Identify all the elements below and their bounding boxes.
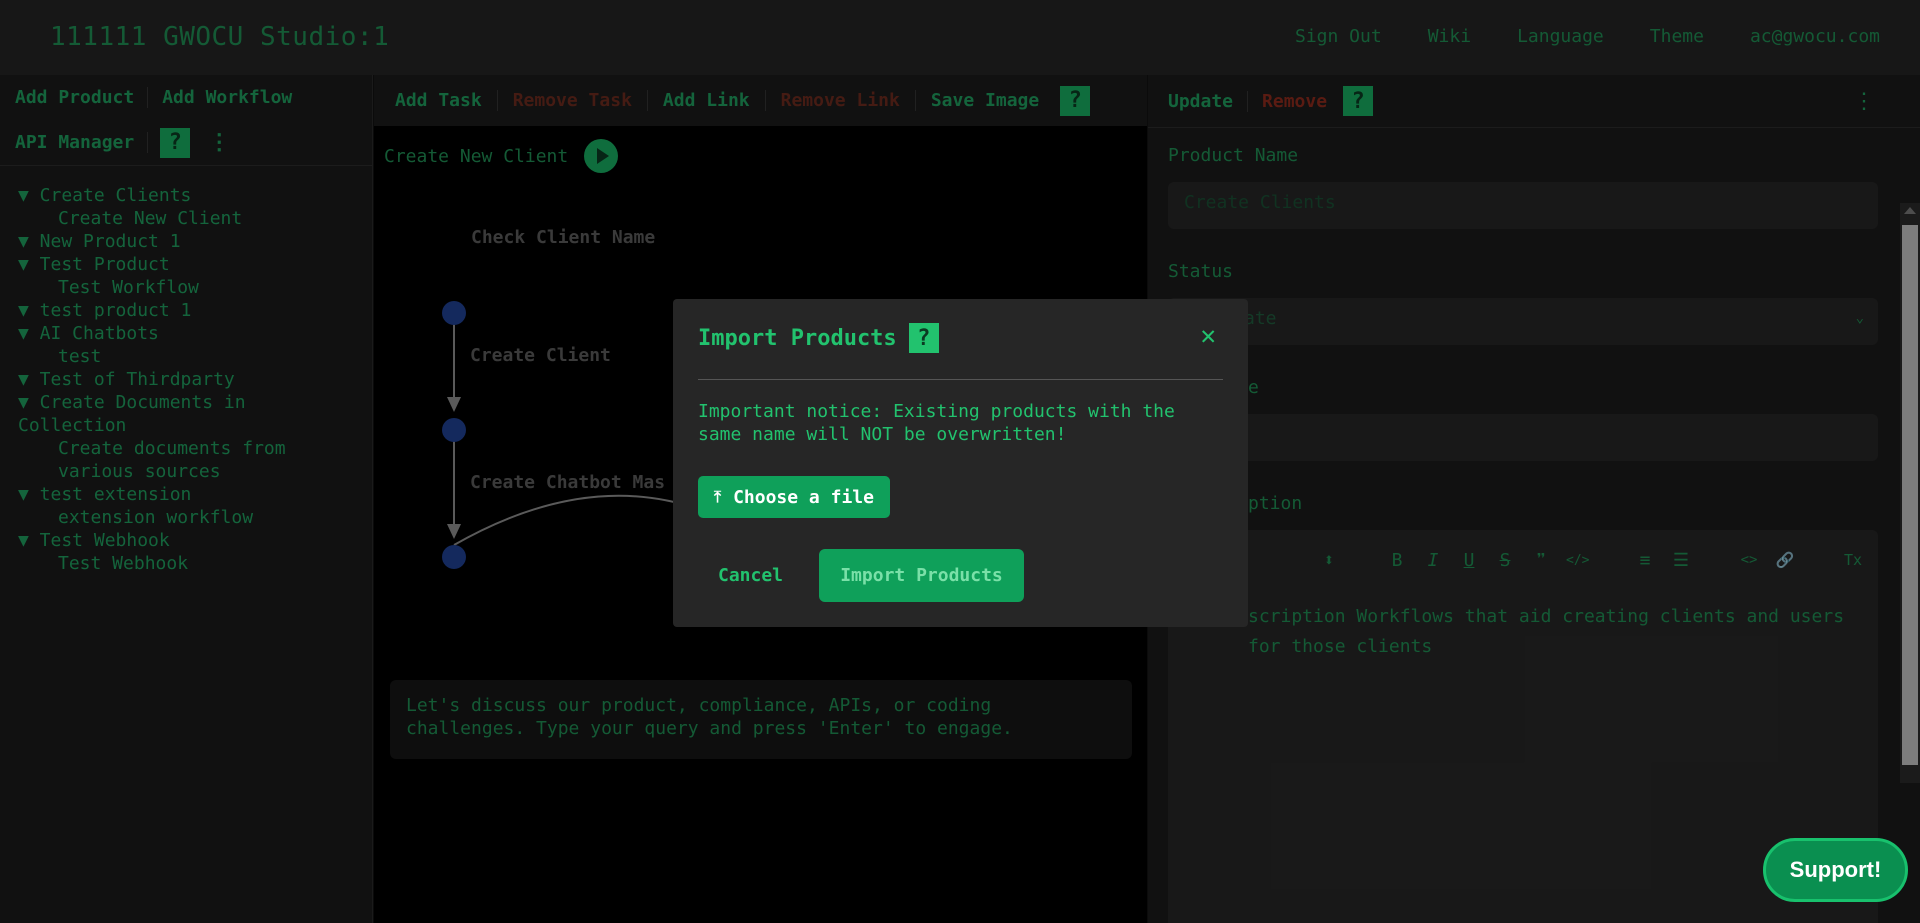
help-icon[interactable]: ?: [908, 323, 939, 353]
choose-file-label: Choose a file: [733, 486, 874, 508]
dialog-title: Import Products ?: [698, 323, 939, 353]
import-notice: Important notice: Existing products with…: [698, 401, 1175, 445]
close-icon[interactable]: ✕: [1200, 321, 1216, 351]
upload-icon: ⤒: [714, 487, 722, 506]
support-button[interactable]: Support!: [1763, 838, 1908, 902]
import-products-dialog: Import Products ? ✕ Important notice: Ex…: [673, 299, 1248, 627]
choose-file-button[interactable]: ⤒ Choose a file: [698, 476, 890, 518]
dialog-title-text: Import Products: [698, 325, 897, 351]
cancel-button[interactable]: Cancel: [718, 565, 783, 586]
import-products-button[interactable]: Import Products: [819, 549, 1024, 602]
divider: [698, 379, 1223, 380]
